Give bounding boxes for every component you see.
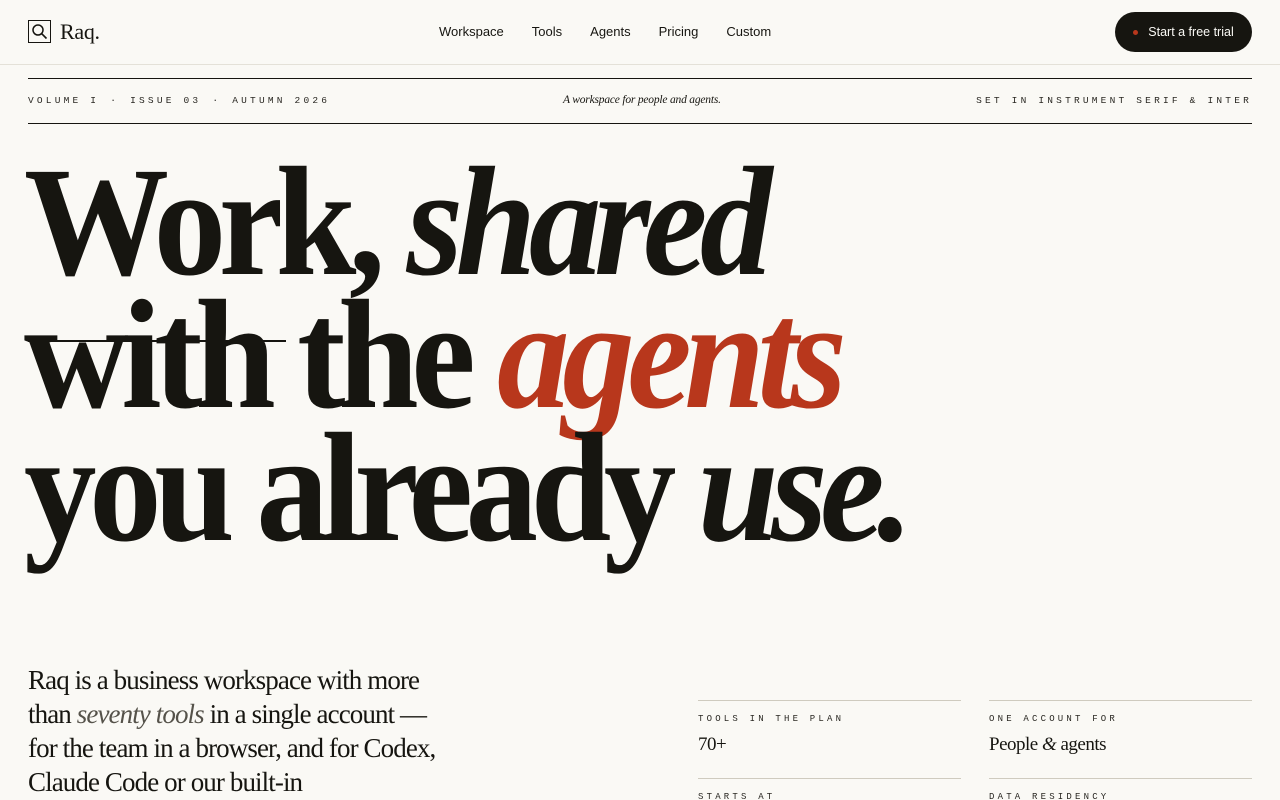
- headline-line-3: you already use.: [24, 410, 913, 566]
- logo[interactable]: Raq.: [28, 20, 100, 43]
- stat-tools: Tools in the plan 70+: [698, 700, 961, 778]
- headline-word-use: use.: [697, 401, 913, 574]
- top-navigation: Raq. Workspace Tools Agents Pricing Cust…: [0, 0, 1280, 65]
- season-label: Autumn 2026: [232, 95, 331, 106]
- search-icon: [28, 20, 51, 43]
- ampersand: &: [1041, 734, 1057, 755]
- stat-value: People & agents: [989, 734, 1107, 756]
- issue-label: Issue 03: [130, 95, 202, 106]
- nav-link-custom[interactable]: Custom: [726, 24, 771, 40]
- masthead: Volume I · Issue 03 · Autumn 2026 A work…: [28, 78, 1252, 124]
- strikethrough-rule: [28, 340, 286, 342]
- status-dot-icon: [1133, 29, 1139, 35]
- stat-value-people: People: [989, 734, 1038, 755]
- stat-label: Starts at: [698, 792, 776, 800]
- issue-info: Volume I · Issue 03 · Autumn 2026: [28, 95, 330, 106]
- hero-headline: Work, shared with the agents you already…: [24, 144, 913, 566]
- nav-link-workspace[interactable]: Workspace: [439, 24, 504, 40]
- stat-account: One account for People & agents: [989, 700, 1252, 778]
- stat-label: Tools in the plan: [698, 714, 845, 724]
- nav-link-tools[interactable]: Tools: [532, 24, 562, 40]
- intro-paragraph: Raq is a business workspace with more th…: [28, 663, 448, 800]
- start-trial-button[interactable]: Start a free trial: [1115, 12, 1252, 52]
- separator: ·: [212, 95, 222, 106]
- stat-label: One account for: [989, 714, 1119, 724]
- stat-value-agents: agents: [1060, 734, 1107, 755]
- typeset-note: Set in Instrument Serif & Inter: [976, 95, 1252, 106]
- main-menu: Workspace Tools Agents Pricing Custom: [439, 24, 799, 40]
- intro-emphasis: seventy tools: [76, 699, 205, 729]
- volume-label: Volume I: [28, 95, 100, 106]
- stat-starts-at: Starts at: [698, 778, 961, 800]
- nav-link-agents[interactable]: Agents: [590, 24, 630, 40]
- nav-link-pricing[interactable]: Pricing: [659, 24, 699, 40]
- start-trial-label: Start a free trial: [1148, 25, 1234, 39]
- separator: ·: [110, 95, 120, 106]
- tagline: A workspace for people and agents.: [563, 94, 721, 106]
- logo-wordmark: Raq.: [60, 19, 100, 44]
- stat-value: 70+: [698, 734, 727, 755]
- headline-word-you-already: you already: [24, 401, 676, 574]
- stat-data-residency: Data residency: [989, 778, 1252, 800]
- stat-label: Data residency: [989, 792, 1110, 800]
